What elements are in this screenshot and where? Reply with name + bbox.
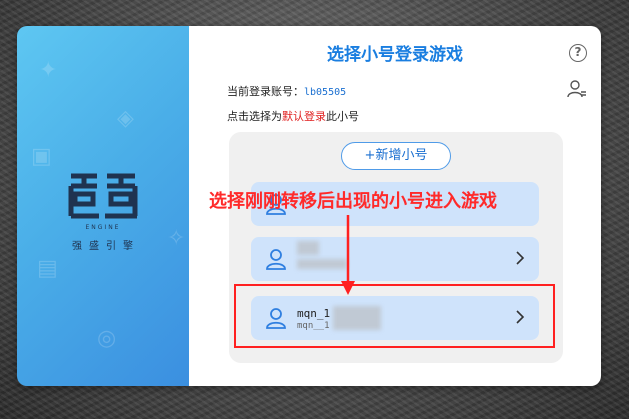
current-account-label: 当前登录账号： (227, 85, 304, 98)
logo-mark-icon (68, 173, 138, 219)
dialog-title: 选择小号登录游戏 (327, 45, 463, 65)
hint-prefix: 点击选择为 (227, 110, 282, 123)
switch-user-icon[interactable] (567, 80, 587, 102)
add-account-button[interactable]: +新增小号 (341, 142, 451, 170)
hint-suffix: 此小号 (326, 110, 359, 123)
account-item[interactable] (251, 237, 539, 281)
decor-box-icon: ▤ (37, 256, 58, 281)
highlight-frame (234, 284, 555, 348)
decor-controller-icon: ◈ (117, 106, 134, 131)
user-icon (265, 248, 287, 274)
logo-text: 强盛引擎 (72, 241, 140, 252)
decor-star-icon: ✧ (167, 226, 186, 251)
engine-logo: ENGINE 强盛引擎 (57, 172, 149, 252)
decor-gift-icon: ▣ (31, 144, 52, 169)
help-icon[interactable]: ? (569, 44, 587, 62)
instruction-annotation: 选择刚刚转移后出现的小号进入游戏 (209, 191, 497, 212)
current-account-value: lb05505 (304, 87, 347, 98)
redaction-blur (297, 241, 319, 255)
decor-circle-icon: ◎ (97, 326, 117, 351)
current-account: 当前登录账号：lb05505 (227, 83, 346, 99)
hint-emphasis: 默认登录 (282, 110, 326, 123)
decor-gamepad-icon: ✦ (39, 58, 58, 83)
chevron-right-icon (516, 251, 525, 265)
default-login-hint: 点击选择为默认登录此小号 (227, 108, 359, 124)
engine-label: ENGINE (85, 224, 121, 231)
brand-panel: ✦ ◈ ▣ ✧ ▤ ◎ ENGINE 强盛引擎 (17, 26, 189, 386)
